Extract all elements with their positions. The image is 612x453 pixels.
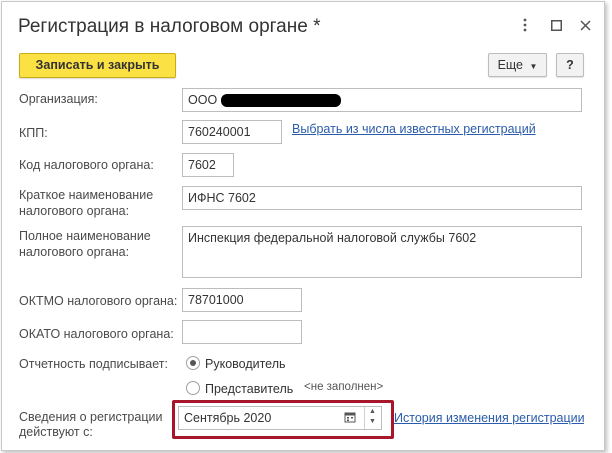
highlight-frame — [172, 400, 394, 439]
registration-label-line1: Сведения о регистрации — [19, 410, 163, 424]
oktmo-field[interactable]: 78701000 — [182, 288, 302, 312]
full-name-label-line1: Полное наименование — [19, 229, 151, 243]
signer-director-label[interactable]: Руководитель — [205, 357, 286, 372]
oktmo-label: ОКТМО налогового органа: — [19, 294, 178, 308]
signer-director-radio[interactable] — [186, 356, 200, 370]
registration-dialog: Регистрация в налоговом органе * Записат… — [1, 1, 605, 451]
tax-code-label: Код налогового органа: — [19, 158, 154, 172]
dropdown-arrow-icon: ▼ — [529, 62, 538, 71]
organization-label: Организация: — [19, 92, 98, 106]
kpp-label: КПП: — [19, 126, 48, 140]
short-name-field[interactable]: ИФНС 7602 — [182, 186, 582, 210]
signer-representative-label[interactable]: Представитель — [205, 382, 293, 397]
registration-history-link[interactable]: История изменения регистрации — [394, 411, 584, 425]
full-name-field[interactable]: Инспекция федеральной налоговой службы 7… — [182, 226, 582, 278]
okato-field[interactable] — [182, 320, 302, 344]
help-button[interactable]: ? — [556, 53, 584, 77]
kpp-field[interactable]: 760240001 — [182, 120, 282, 144]
maximize-icon[interactable] — [547, 18, 565, 36]
close-icon[interactable] — [576, 18, 594, 36]
save-and-close-button[interactable]: Записать и закрыть — [19, 53, 176, 78]
more-button-label: Еще — [497, 58, 524, 72]
full-name-label-line2: налогового органа: — [19, 245, 130, 259]
signer-label: Отчетность подписывает: — [19, 357, 168, 371]
more-button[interactable]: Еще ▼ — [488, 53, 547, 77]
short-name-label-line2: налогового органа: — [19, 204, 130, 218]
representative-placeholder: <не заполнен> — [304, 381, 384, 393]
organization-value: ООО — [188, 93, 218, 107]
window-title: Регистрация в налоговом органе * — [18, 16, 321, 37]
registration-label-line2: действуют с: — [19, 425, 93, 439]
select-registration-link[interactable]: Выбрать из числа известных регистраций — [292, 122, 536, 136]
signer-representative-radio[interactable] — [186, 381, 200, 395]
short-name-label-line1: Краткое наименование — [19, 188, 154, 202]
okato-label: ОКАТО налогового органа: — [19, 327, 174, 341]
more-vert-icon[interactable] — [516, 18, 534, 37]
tax-code-field[interactable]: 7602 — [182, 153, 234, 177]
redaction-mark — [221, 94, 341, 107]
